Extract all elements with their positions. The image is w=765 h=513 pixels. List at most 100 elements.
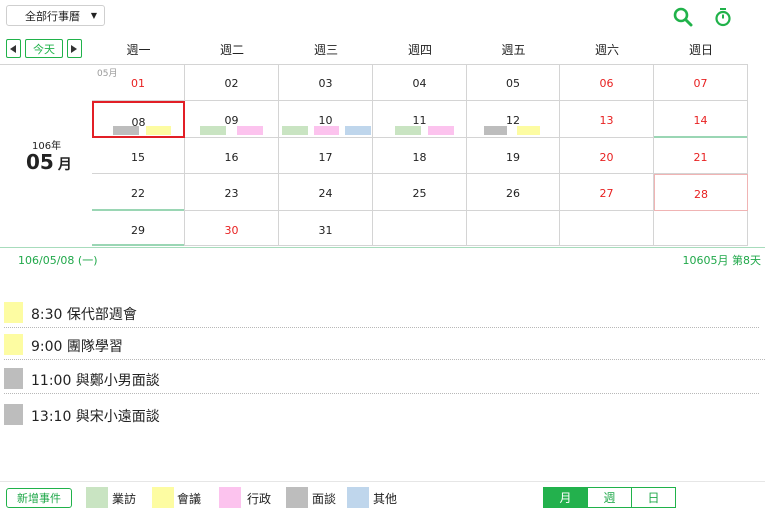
- day-number: 05: [506, 77, 520, 90]
- day-number: 17: [318, 151, 333, 164]
- calendar-day-cell[interactable]: 12: [467, 101, 560, 138]
- event-title: 11:00 與鄭小男面談: [31, 373, 160, 389]
- day-summary: 10605月 第8天: [682, 254, 762, 267]
- weekday-header: 週五: [501, 42, 526, 57]
- calendar-day-cell[interactable]: 21: [654, 138, 748, 174]
- calendar-day-cell[interactable]: 15: [92, 138, 185, 174]
- divider: [4, 359, 765, 360]
- dropdown-caret-icon: ▼: [90, 11, 97, 20]
- event-title: 13:10 與宋小遠面談: [31, 409, 160, 425]
- selected-date: 106/05/08 (一): [18, 254, 98, 267]
- calendar-day-cell[interactable]: 10: [279, 101, 373, 138]
- day-number: 02: [224, 77, 239, 90]
- day-number: 23: [224, 187, 239, 200]
- event-bar-interview: [113, 126, 139, 135]
- calendar-empty-cell: [467, 211, 560, 246]
- calendar-day-cell[interactable]: 09: [185, 101, 279, 138]
- next-month-button[interactable]: [67, 39, 82, 58]
- calendar-day-cell[interactable]: 03: [279, 64, 373, 101]
- calendar-day-cell[interactable]: 23: [185, 174, 279, 211]
- weekday-header: 週一: [126, 42, 151, 57]
- calendar-day-cell[interactable]: 19: [467, 138, 560, 174]
- legend-swatch-admin: [219, 487, 241, 508]
- month-label-panel: 106年 05 月: [0, 64, 92, 246]
- event-item[interactable]: 8:30 保代部週會: [0, 300, 765, 328]
- add-event-button[interactable]: 新增事件: [6, 488, 72, 508]
- search-icon[interactable]: [673, 7, 693, 27]
- calendar-day-cell[interactable]: 02: [185, 64, 279, 101]
- day-view-button[interactable]: 日: [632, 488, 675, 507]
- day-number: 09: [224, 114, 239, 127]
- calendar-day-cell[interactable]: 07: [654, 64, 748, 101]
- day-number: 14: [693, 114, 708, 127]
- calendar-day-cell[interactable]: 24: [279, 174, 373, 211]
- day-number: 01: [131, 77, 145, 90]
- calendar-day-cell[interactable]: 26: [467, 174, 560, 211]
- view-toggle: 月 週 日: [543, 487, 676, 508]
- calendar-day-cell[interactable]: 05月 01: [92, 64, 185, 101]
- day-number: 22: [131, 187, 145, 200]
- event-bar-interview: [484, 126, 507, 135]
- event-bar-admin: [428, 126, 454, 135]
- event-category-swatch: [4, 302, 23, 323]
- event-item[interactable]: 13:10 與宋小遠面談: [0, 402, 765, 430]
- calendar-day-cell[interactable]: 28: [654, 174, 748, 211]
- calendar-day-cell[interactable]: 22: [92, 174, 185, 211]
- calendar-day-cell[interactable]: 16: [185, 138, 279, 174]
- today-button[interactable]: 今天: [25, 39, 63, 58]
- legend-swatch-other: [347, 487, 369, 508]
- day-number: 04: [412, 77, 427, 90]
- calendar-day-cell[interactable]: 27: [560, 174, 654, 211]
- day-number: 18: [412, 151, 427, 164]
- calendar-day-cell[interactable]: 08: [92, 101, 185, 138]
- calendar-day-cell[interactable]: 14: [654, 101, 748, 138]
- event-category-swatch: [4, 368, 23, 389]
- legend-label: 行政: [247, 492, 272, 506]
- calendar-day-cell[interactable]: 17: [279, 138, 373, 174]
- day-number: 03: [318, 77, 333, 90]
- event-bar-visit: [200, 126, 226, 135]
- weekday-header: 週四: [407, 42, 432, 57]
- divider: [4, 393, 759, 394]
- event-item[interactable]: 9:00 團隊學習: [0, 332, 765, 360]
- day-number: 31: [318, 224, 333, 237]
- calendar-day-cell[interactable]: 13: [560, 101, 654, 138]
- calendar-day-cell[interactable]: 11: [373, 101, 467, 138]
- calendar-day-cell[interactable]: 05: [467, 64, 560, 101]
- month-number: 05 月: [26, 150, 72, 174]
- event-title: 9:00 團隊學習: [31, 339, 123, 355]
- prev-month-button[interactable]: [6, 39, 21, 58]
- legend-swatch-meeting: [152, 487, 174, 508]
- day-number: 25: [412, 187, 427, 200]
- calendar-filter-value: 全部行事曆: [25, 9, 80, 23]
- weekday-header: 週二: [219, 42, 244, 57]
- calendar-day-cell[interactable]: 18: [373, 138, 467, 174]
- divider: [4, 327, 759, 328]
- day-number: 19: [506, 151, 520, 164]
- weekday-header: 週三: [313, 42, 338, 57]
- month-view-button[interactable]: 月: [544, 488, 588, 507]
- event-item[interactable]: 11:00 與鄭小男面談: [0, 366, 765, 394]
- calendar-empty-cell: [373, 211, 467, 246]
- day-number: 24: [318, 187, 333, 200]
- day-number: 30: [224, 224, 239, 237]
- chevron-right-icon: [71, 44, 77, 53]
- calendar-day-cell[interactable]: 06: [560, 64, 654, 101]
- calendar-day-cell[interactable]: 20: [560, 138, 654, 174]
- event-bar-other: [345, 126, 371, 135]
- chevron-left-icon: [10, 44, 16, 53]
- calendar-filter-select[interactable]: 全部行事曆 ▼: [6, 5, 105, 26]
- calendar-day-cell[interactable]: 04: [373, 64, 467, 101]
- day-number: 27: [599, 187, 614, 200]
- calendar-nav: 今天: [0, 34, 92, 64]
- calendar-day-cell[interactable]: 29: [92, 211, 185, 246]
- week-view-button[interactable]: 週: [588, 488, 632, 507]
- event-title: 8:30 保代部週會: [31, 307, 137, 323]
- calendar-day-cell[interactable]: 30: [185, 211, 279, 246]
- calendar-day-cell[interactable]: 31: [279, 211, 373, 246]
- calendar-day-cell[interactable]: 25: [373, 174, 467, 211]
- day-number: 26: [506, 187, 520, 200]
- day-number: 07: [693, 77, 708, 90]
- stopwatch-icon[interactable]: [713, 7, 733, 27]
- day-number: 12: [506, 114, 520, 127]
